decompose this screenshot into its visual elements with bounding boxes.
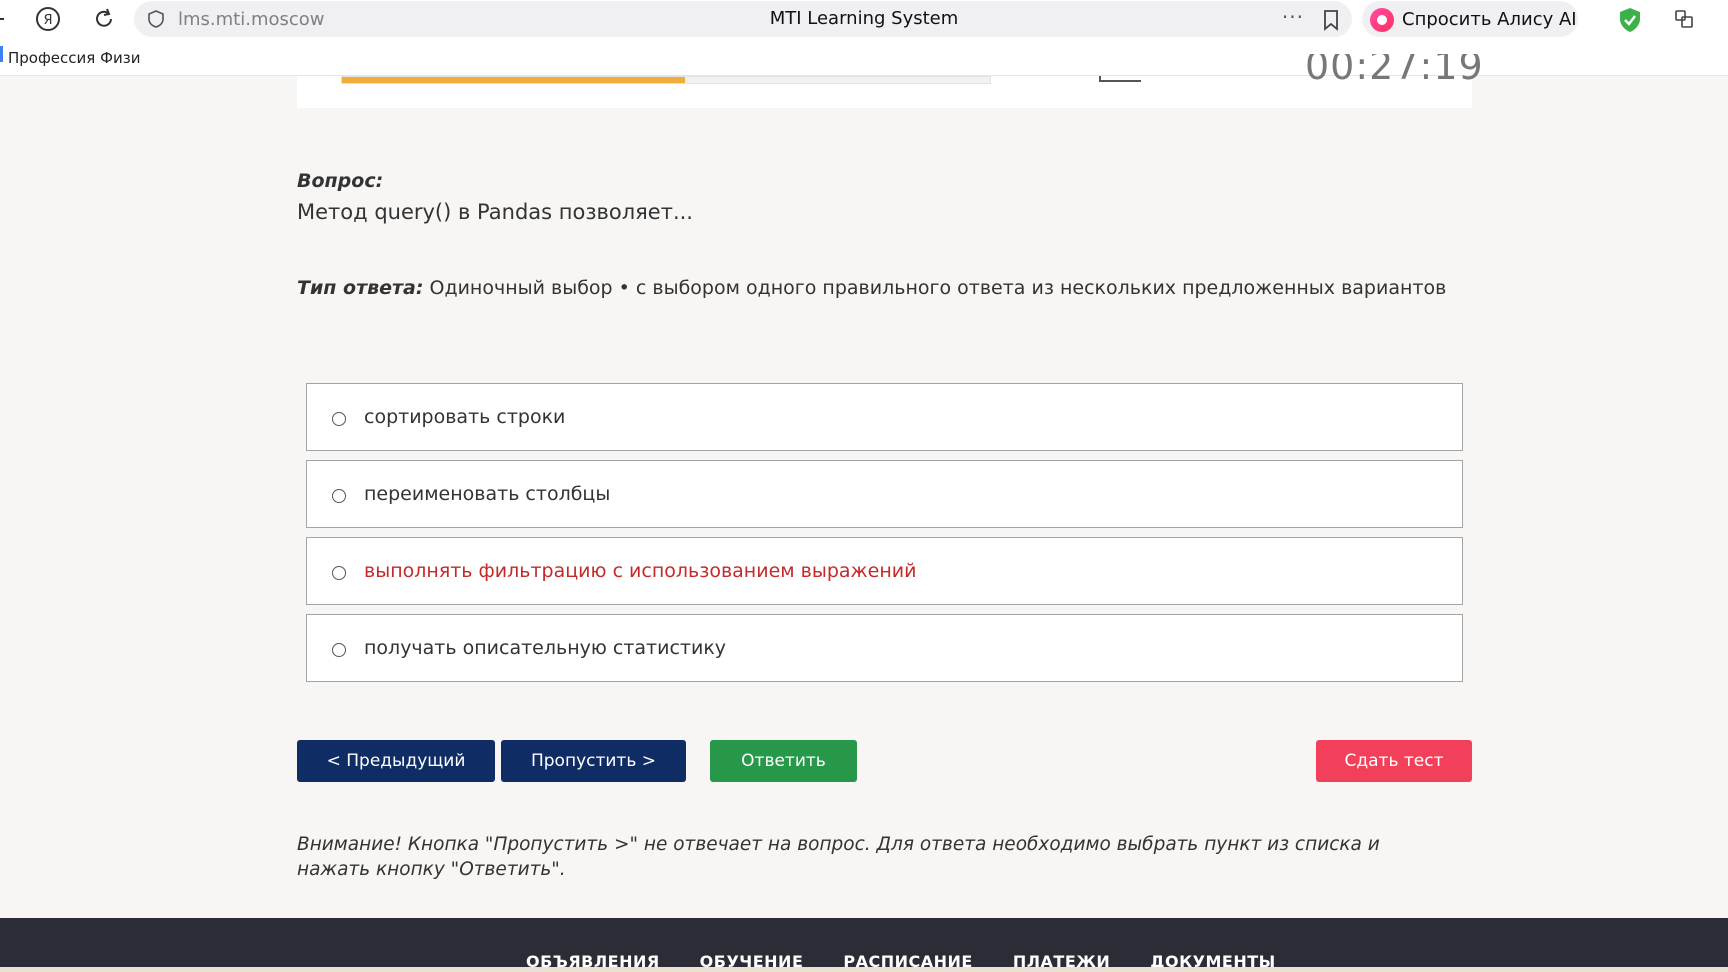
option-label: переименовать столбцы bbox=[364, 483, 611, 505]
footer: ОБЪЯВЛЕНИЯ ОБУЧЕНИЕ РАСПИСАНИЕ ПЛАТЕЖИ Д… bbox=[0, 918, 1728, 972]
answer-type-label: Тип ответа: bbox=[297, 277, 424, 299]
question-text: Метод query() в Pandas позволяет... bbox=[297, 200, 693, 224]
answer-options: сортировать строки переименовать столбцы… bbox=[306, 383, 1463, 691]
question-label: Вопрос: bbox=[297, 170, 384, 192]
answer-option[interactable]: сортировать строки bbox=[306, 383, 1463, 451]
browser-toolbar: Я lms.mti.moscow ··· MTI Learning System… bbox=[0, 0, 1728, 38]
answer-type: Тип ответа: Одиночный выбор • с выбором … bbox=[297, 277, 1446, 299]
radio-button[interactable] bbox=[332, 566, 346, 580]
progress-fill bbox=[342, 77, 686, 83]
answer-option[interactable]: выполнять фильтрацию с использованием вы… bbox=[306, 537, 1463, 605]
answer-option[interactable]: переименовать столбцы bbox=[306, 460, 1463, 528]
submit-test-button[interactable]: Сдать тест bbox=[1316, 740, 1472, 782]
bookmark-item[interactable]: Профессия Физи bbox=[8, 49, 144, 67]
option-label: сортировать строки bbox=[364, 406, 566, 428]
protect-shield-icon[interactable] bbox=[1618, 7, 1642, 33]
radio-button[interactable] bbox=[332, 643, 346, 657]
footer-edge bbox=[0, 967, 1728, 972]
radio-button[interactable] bbox=[332, 489, 346, 503]
alice-label: Спросить Алису AI bbox=[1402, 9, 1577, 30]
questions-icon bbox=[1099, 76, 1141, 82]
notice-text: Внимание! Кнопка "Пропустить >" не отвеч… bbox=[297, 834, 1380, 880]
progress-bar bbox=[341, 76, 991, 84]
test-status-card: 00:27:19 bbox=[297, 54, 1483, 108]
answer-option[interactable]: получать описательную статистику bbox=[306, 614, 1463, 682]
previous-button[interactable]: < Предыдущий bbox=[297, 740, 495, 782]
skip-button[interactable]: Пропустить > bbox=[501, 740, 686, 782]
alice-logo-icon bbox=[1370, 8, 1394, 32]
option-label: получать описательную статистику bbox=[364, 637, 727, 659]
timer: 00:27:19 bbox=[1305, 54, 1484, 84]
answer-button[interactable]: Ответить bbox=[710, 740, 857, 782]
answer-type-value: Одиночный выбор • с выбором одного прави… bbox=[429, 277, 1447, 299]
option-label: выполнять фильтрацию с использованием вы… bbox=[364, 560, 917, 582]
bookmark-marker bbox=[0, 46, 3, 62]
radio-button[interactable] bbox=[332, 412, 346, 426]
alice-button[interactable]: Спросить Алису AI bbox=[1362, 1, 1578, 37]
extensions-icon[interactable] bbox=[1672, 7, 1696, 31]
